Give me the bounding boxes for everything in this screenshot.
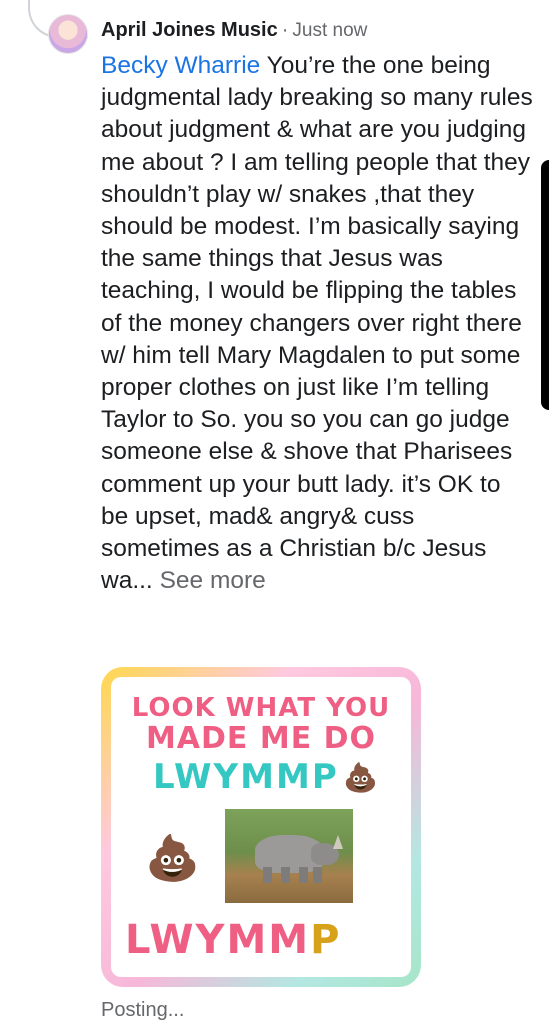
rhino-leg — [263, 867, 272, 883]
sticker-line-2: MADE ME DO — [145, 721, 377, 756]
poop-emoji-icon: 💩 — [343, 762, 378, 793]
posting-status: Posting... — [101, 999, 185, 1021]
screen-edge — [541, 160, 549, 410]
rhino-leg — [281, 867, 290, 883]
sticker-line-4-last: P — [310, 917, 342, 963]
separator-dot: · — [281, 19, 289, 41]
gif-sticker[interactable]: LOOK WHAT YOU MADE ME DO LWYMMP 💩 💩 LWYM… — [101, 667, 421, 987]
comment-header: April Joines Music · Just now — [101, 19, 367, 42]
poop-emoji-icon: 💩 — [145, 834, 200, 883]
sticker-line-1: LOOK WHAT YOU — [131, 693, 391, 723]
sticker-content: LOOK WHAT YOU MADE ME DO LWYMMP 💩 💩 LWYM… — [111, 677, 411, 977]
avatar[interactable] — [48, 14, 88, 54]
rhino-leg — [299, 867, 308, 883]
see-more-link[interactable]: See more — [160, 567, 266, 594]
sticker-line-4-main: LWYMM — [125, 917, 311, 963]
mention-link[interactable]: Becky Wharrie — [101, 52, 260, 79]
sticker-line-3: LWYMMP — [153, 757, 339, 797]
timestamp[interactable]: Just now — [292, 20, 367, 41]
rhino-leg — [313, 867, 322, 883]
comment-body: You’re the one being judgmental lady bre… — [101, 52, 533, 595]
sticker-line-4: LWYMMP — [125, 917, 341, 963]
rhino-horn — [333, 835, 343, 849]
author-name[interactable]: April Joines Music — [101, 19, 278, 41]
comment-text: Becky Wharrie You’re the one being judgm… — [101, 50, 533, 597]
rhino-photo — [225, 809, 353, 903]
